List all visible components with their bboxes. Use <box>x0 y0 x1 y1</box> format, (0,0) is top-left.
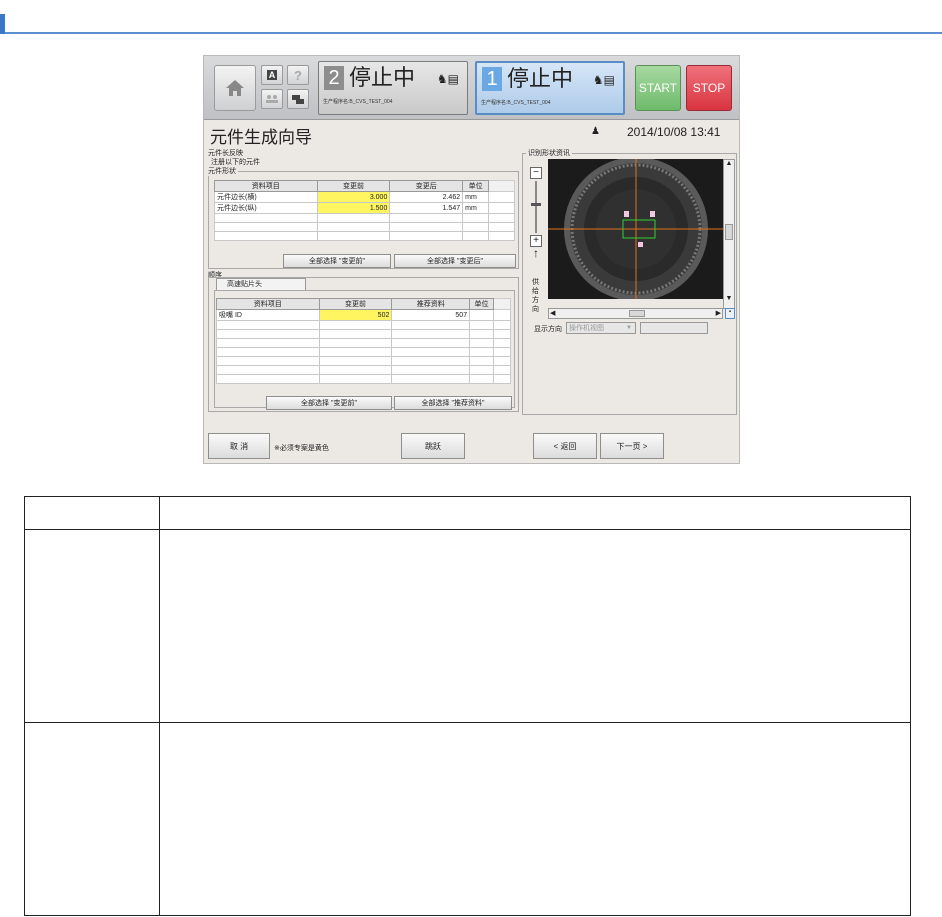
network-button[interactable] <box>287 89 309 109</box>
shape-label: 元件形状 <box>208 166 238 176</box>
table-row[interactable]: 元件边长(横) 3.000 2.462 mm <box>214 191 515 203</box>
datetime: 2014/10/08 13:41 <box>627 125 721 139</box>
display-direction-select[interactable]: 操作机视图 ▼ <box>566 322 636 334</box>
feed-direction-label: 供 给 方 向 <box>532 279 539 313</box>
zoom-thumb[interactable] <box>531 203 541 206</box>
col-header: 变更后 <box>389 180 464 192</box>
scroll-left-icon[interactable]: ◀ <box>550 309 555 317</box>
cell <box>469 309 495 321</box>
chevron-down-icon[interactable]: ▼ <box>624 323 634 333</box>
fit-view-icon[interactable]: ▪ <box>725 308 735 319</box>
select-all-after-button[interactable]: 全部选择 "变更后" <box>394 254 516 268</box>
table-row[interactable]: 吸嘴 ID 502 507 <box>216 309 511 321</box>
display-direction-label: 显示方向 <box>534 326 562 333</box>
col-header: 推荐资料 <box>391 298 471 310</box>
users-icon <box>266 95 278 103</box>
next-button[interactable]: 下一页 > <box>600 433 664 459</box>
select-all-before-button[interactable]: 全部选择 "变更前" <box>283 254 391 268</box>
table-row[interactable]: 元件边长(纵) 1.500 1.547 mm <box>214 202 515 214</box>
description-table <box>24 496 911 916</box>
zoom-control[interactable]: − + ↑ <box>530 167 542 259</box>
camera-image <box>548 159 723 299</box>
program-name: 生产程序名:B_CVS_TEST_004 <box>481 100 551 106</box>
users-button[interactable] <box>261 89 283 109</box>
lane-state: 停止中 <box>349 65 416 90</box>
machine-screen: A ? 2 停止中 ♞▤ 生产程序名:B_CVS_TEST_004 1 停止中 … <box>203 55 740 464</box>
col-header: 单位 <box>462 180 490 192</box>
home-button[interactable] <box>214 65 256 111</box>
cell: 1.547 <box>389 202 464 214</box>
status-header: A ? 2 停止中 ♞▤ 生产程序名:B_CVS_TEST_004 1 停止中 … <box>204 56 739 120</box>
skip-button[interactable]: 跳跃 <box>401 433 465 459</box>
scroll-thumb[interactable] <box>725 224 733 240</box>
cell[interactable]: 502 <box>318 309 393 321</box>
home-icon <box>226 80 244 96</box>
recognition-title: 识别形状资讯 <box>526 148 572 158</box>
language-button[interactable]: A <box>261 65 283 85</box>
cell: 元件边长(横) <box>214 191 318 203</box>
sequence-table: 资料项目 变更前 推荐资料 单位 吸嘴 ID 502 507 <box>216 298 511 384</box>
cell: mm <box>462 191 490 203</box>
lane-1-status[interactable]: 1 停止中 ♞▤ 生产程序名:B_CVS_TEST_004 <box>475 61 625 115</box>
operator-icon: ♞▤ <box>436 72 459 86</box>
scroll-thumb[interactable] <box>629 310 645 317</box>
start-button[interactable]: START <box>635 65 681 111</box>
help-icon: ? <box>294 67 302 83</box>
scroll-up-icon[interactable]: ▲ <box>724 160 734 170</box>
col-header: 单位 <box>469 298 495 310</box>
cell: mm <box>462 202 490 214</box>
table-cell <box>24 529 160 723</box>
user-icon: ♟ <box>591 126 600 137</box>
col-header: 资料项目 <box>216 298 320 310</box>
table-header-cell <box>24 496 160 530</box>
network-icon <box>292 95 304 104</box>
scroll-right-icon[interactable]: ▶ <box>716 309 721 317</box>
document-header-bar <box>0 0 942 34</box>
cell: 2.462 <box>389 191 464 203</box>
select-all-recommended-button[interactable]: 全部选择 "推荐资料" <box>394 396 512 410</box>
zoom-slider[interactable] <box>531 181 541 233</box>
feed-direction-arrow-icon: ↑ <box>533 246 539 260</box>
col-header: 变更前 <box>318 298 393 310</box>
lane-number: 1 <box>482 67 502 91</box>
cell[interactable]: 3.000 <box>316 191 391 203</box>
scroll-down-icon[interactable]: ▼ <box>724 295 734 305</box>
operator-icon: ♞▤ <box>592 73 615 87</box>
zoom-out-icon[interactable]: − <box>530 167 542 179</box>
stop-button[interactable]: STOP <box>686 65 732 111</box>
program-name: 生产程序名:B_CVS_TEST_004 <box>323 99 393 105</box>
language-icon: A <box>266 70 278 80</box>
table-header-cell <box>159 496 911 530</box>
lane-2-status[interactable]: 2 停止中 ♞▤ 生产程序名:B_CVS_TEST_004 <box>318 61 468 115</box>
col-header: 变更前 <box>316 180 391 192</box>
lane-state: 停止中 <box>507 66 574 91</box>
page-title: 元件生成向导 <box>210 128 312 147</box>
cancel-button[interactable]: 取 消 <box>208 433 270 459</box>
cell: 吸嘴 ID <box>216 309 320 321</box>
required-note: ※必须专案是黄色 <box>274 445 329 452</box>
back-button[interactable]: < 返回 <box>533 433 597 459</box>
camera-horizontal-scrollbar[interactable]: ◀ ▶ <box>548 308 723 319</box>
cell[interactable]: 1.500 <box>316 202 391 214</box>
camera-view[interactable] <box>548 159 723 299</box>
display-direction-field <box>640 322 708 334</box>
table-cell <box>24 722 160 916</box>
help-button[interactable]: ? <box>287 65 309 85</box>
shape-table: 资料项目 变更前 变更后 单位 元件边长(横) 3.000 2.462 mm 元… <box>214 180 515 241</box>
display-direction-value: 操作机视图 <box>569 325 604 332</box>
select-all-before-button-2[interactable]: 全部选择 "变更前" <box>266 396 392 410</box>
col-header: 资料项目 <box>214 180 318 192</box>
header-accent-mark <box>0 14 5 34</box>
cell: 元件边长(纵) <box>214 202 318 214</box>
camera-vertical-scrollbar[interactable]: ▲ ▼ <box>723 159 735 309</box>
lane-number: 2 <box>324 66 344 90</box>
table-cell <box>159 529 911 723</box>
cell: 507 <box>391 309 471 321</box>
table-cell <box>159 722 911 916</box>
tab-high-speed-head[interactable]: 高速贴片头 <box>216 278 306 290</box>
